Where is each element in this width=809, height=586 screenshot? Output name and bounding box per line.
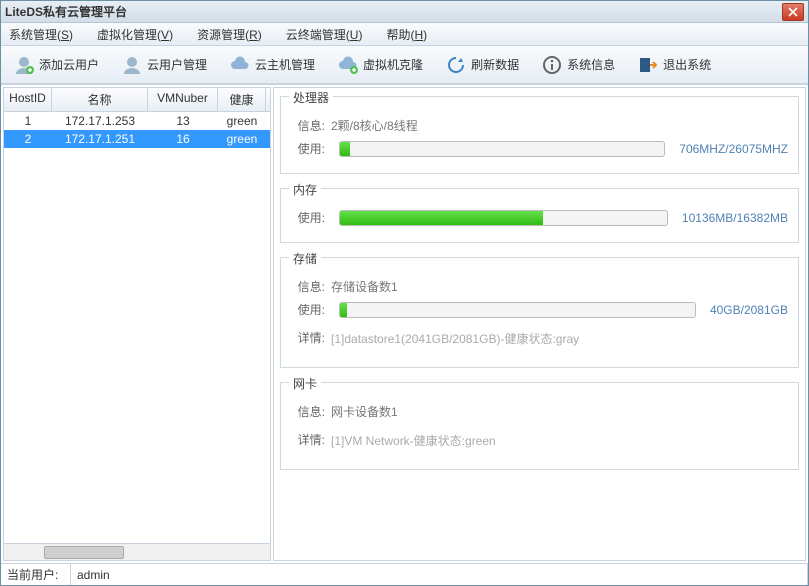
nic-detail-label: 详情: bbox=[291, 431, 325, 448]
tool-label: 系统信息 bbox=[567, 56, 615, 73]
menu-help[interactable]: 帮助(H) bbox=[382, 24, 431, 45]
storage-use-label: 使用: bbox=[291, 301, 325, 318]
close-icon bbox=[788, 7, 798, 17]
col-header-name[interactable]: 名称 bbox=[52, 88, 148, 111]
cell-vm: 16 bbox=[148, 130, 218, 148]
nic-info-value: 网卡设备数1 bbox=[331, 403, 398, 420]
tool-label: 添加云用户 bbox=[39, 56, 99, 73]
cpu-progress bbox=[339, 141, 665, 157]
storage-group: 存储 信息: 存储设备数1 使用: 40GB/2081GB 详情: [1]dat… bbox=[280, 257, 799, 368]
nic-title: 网卡 bbox=[289, 375, 321, 392]
cell-vm: 13 bbox=[148, 112, 218, 130]
memory-value: 10136MB/16382MB bbox=[682, 211, 788, 225]
tool-label: 云主机管理 bbox=[255, 56, 315, 73]
cpu-use-label: 使用: bbox=[291, 140, 325, 157]
refresh-icon bbox=[445, 54, 467, 76]
cpu-info-label: 信息: bbox=[291, 117, 325, 134]
status-user-value: admin bbox=[71, 564, 808, 585]
cell-health: green bbox=[218, 130, 266, 148]
cpu-progress-fill bbox=[340, 142, 350, 156]
user-plus-icon bbox=[13, 54, 35, 76]
memory-use-label: 使用: bbox=[291, 209, 325, 226]
info-icon bbox=[541, 54, 563, 76]
storage-title: 存储 bbox=[289, 250, 321, 267]
memory-title: 内存 bbox=[289, 181, 321, 198]
close-button[interactable] bbox=[782, 3, 804, 21]
scrollbar-thumb[interactable] bbox=[44, 546, 124, 559]
cell-host: 1 bbox=[4, 112, 52, 130]
memory-group: 内存 使用: 10136MB/16382MB bbox=[280, 188, 799, 243]
nic-group: 网卡 信息: 网卡设备数1 详情: [1]VM Network-健康状态:gre… bbox=[280, 382, 799, 470]
tool-label: 退出系统 bbox=[663, 56, 711, 73]
host-table-body[interactable]: 1172.17.1.25313green2172.17.1.25116green bbox=[4, 112, 270, 543]
cell-health: green bbox=[218, 112, 266, 130]
menu-cloud-terminal[interactable]: 云终端管理(U) bbox=[282, 24, 367, 45]
tool-cloud-user-mgmt[interactable]: 云用户管理 bbox=[117, 52, 211, 78]
titlebar[interactable]: LiteDS私有云管理平台 bbox=[1, 1, 808, 23]
col-header-vmnumber[interactable]: VMNuber bbox=[148, 88, 218, 111]
table-row[interactable]: 2172.17.1.25116green bbox=[4, 130, 270, 148]
tool-add-cloud-user[interactable]: 添加云用户 bbox=[9, 52, 103, 78]
host-table-header: HostID 名称 VMNuber 健康 bbox=[4, 88, 270, 112]
cloud-icon bbox=[229, 54, 251, 76]
cpu-value: 706MHZ/26075MHZ bbox=[679, 142, 788, 156]
tool-cloud-host-mgmt[interactable]: 云主机管理 bbox=[225, 52, 319, 78]
horizontal-scrollbar[interactable] bbox=[4, 543, 270, 560]
menu-system[interactable]: 系统管理(S) bbox=[5, 24, 77, 45]
host-list-pane: HostID 名称 VMNuber 健康 1172.17.1.25313gree… bbox=[3, 87, 271, 561]
cpu-info-value: 2颗/8核心/8线程 bbox=[331, 117, 418, 134]
nic-info-label: 信息: bbox=[291, 403, 325, 420]
toolbar: 添加云用户 云用户管理 云主机管理 虚拟机克隆 刷新数据 系统信息 退出系统 bbox=[1, 46, 808, 84]
memory-progress-fill bbox=[340, 211, 543, 225]
table-row[interactable]: 1172.17.1.25313green bbox=[4, 112, 270, 130]
cell-name: 172.17.1.253 bbox=[52, 112, 148, 130]
cpu-group: 处理器 信息: 2颗/8核心/8线程 使用: 706MHZ/26075MHZ bbox=[280, 96, 799, 174]
storage-value: 40GB/2081GB bbox=[710, 303, 788, 317]
tool-label: 虚拟机克隆 bbox=[363, 56, 423, 73]
cell-host: 2 bbox=[4, 130, 52, 148]
menu-resource[interactable]: 资源管理(R) bbox=[193, 24, 266, 45]
menu-virtualization[interactable]: 虚拟化管理(V) bbox=[93, 24, 177, 45]
storage-detail-value: [1]datastore1(2041GB/2081GB)-健康状态:gray bbox=[331, 330, 579, 347]
cpu-title: 处理器 bbox=[289, 89, 333, 106]
main-content: HostID 名称 VMNuber 健康 1172.17.1.25313gree… bbox=[1, 84, 808, 563]
menubar: 系统管理(S) 虚拟化管理(V) 资源管理(R) 云终端管理(U) 帮助(H) bbox=[1, 23, 808, 46]
nic-detail-value: [1]VM Network-健康状态:green bbox=[331, 432, 496, 449]
tool-system-info[interactable]: 系统信息 bbox=[537, 52, 619, 78]
memory-progress bbox=[339, 210, 668, 226]
storage-progress-fill bbox=[340, 303, 347, 317]
storage-info-label: 信息: bbox=[291, 278, 325, 295]
cloud-plus-icon bbox=[337, 54, 359, 76]
tool-vm-clone[interactable]: 虚拟机克隆 bbox=[333, 52, 427, 78]
storage-detail-label: 详情: bbox=[291, 329, 325, 346]
user-group-icon bbox=[121, 54, 143, 76]
detail-pane: 处理器 信息: 2颗/8核心/8线程 使用: 706MHZ/26075MHZ 内… bbox=[273, 87, 806, 561]
window-title: LiteDS私有云管理平台 bbox=[5, 3, 782, 20]
col-header-health[interactable]: 健康 bbox=[218, 88, 266, 111]
tool-refresh[interactable]: 刷新数据 bbox=[441, 52, 523, 78]
statusbar: 当前用户: admin bbox=[1, 563, 808, 585]
storage-progress bbox=[339, 302, 696, 318]
storage-info-value: 存储设备数1 bbox=[331, 278, 398, 295]
tool-label: 云用户管理 bbox=[147, 56, 207, 73]
status-user-label: 当前用户: bbox=[1, 564, 71, 585]
tool-exit[interactable]: 退出系统 bbox=[633, 52, 715, 78]
app-window: LiteDS私有云管理平台 系统管理(S) 虚拟化管理(V) 资源管理(R) 云… bbox=[0, 0, 809, 586]
exit-icon bbox=[637, 54, 659, 76]
tool-label: 刷新数据 bbox=[471, 56, 519, 73]
col-header-hostid[interactable]: HostID bbox=[4, 88, 52, 111]
cell-name: 172.17.1.251 bbox=[52, 130, 148, 148]
